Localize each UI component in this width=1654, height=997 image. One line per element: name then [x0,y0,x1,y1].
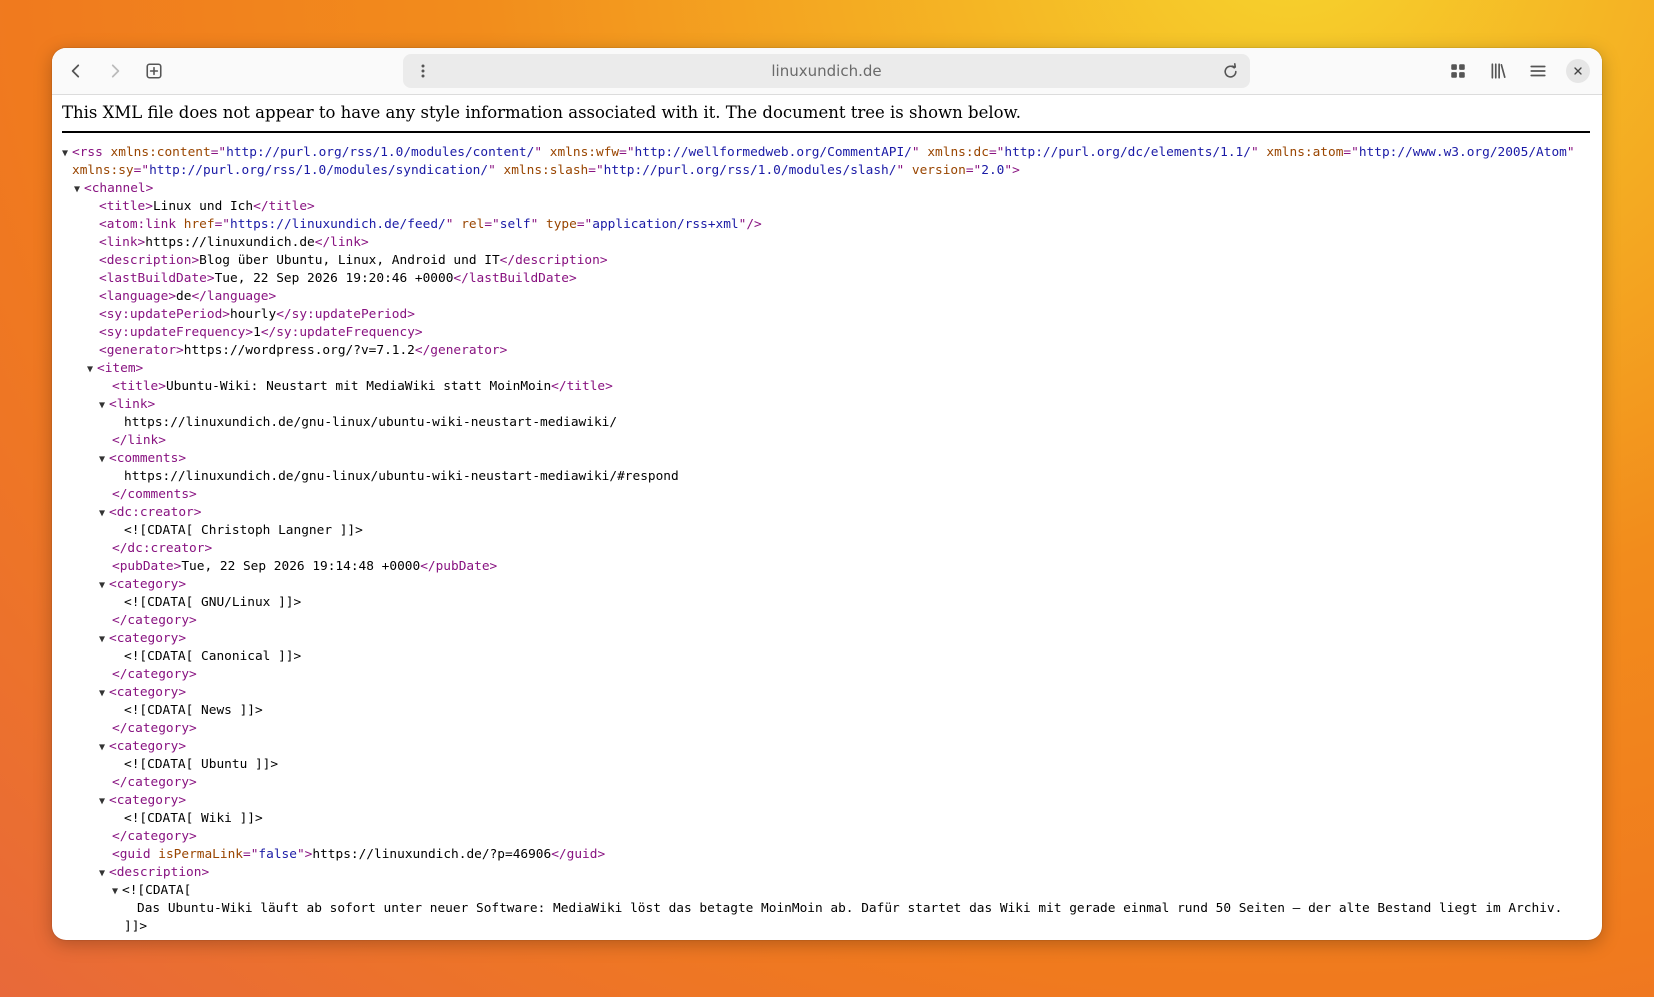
description-open-line: ▼ <description> [62,864,1592,882]
category-value-line: <![CDATA[ Wiki ]]> [124,811,263,826]
library-button[interactable] [1484,57,1512,85]
comments-close-line: </comments> [112,487,197,502]
creator-close-line: </dc:creator> [112,541,213,556]
language-line: <language>de</language> [99,289,277,304]
expand-triangle-icon[interactable]: ▼ [99,397,109,415]
category-value-line: <![CDATA[ Canonical ]]> [124,649,302,664]
channel-link-line: <link>https://linuxundich.de</link> [99,235,369,250]
comments-open-line: ▼ <comments> [62,450,1592,468]
tabs-overview-button[interactable] [1444,57,1472,85]
creator-value-line: <![CDATA[ Christoph Langner ]]> [124,523,363,538]
last-build-date-line: <lastBuildDate>Tue, 22 Sep 2026 19:20:46… [99,271,577,286]
guid-line: <guid isPermaLink="false">https://linuxu… [112,847,606,862]
expand-triangle-icon[interactable]: ▼ [99,865,109,883]
back-button[interactable] [62,57,90,85]
item-open-line: ▼ <item> [62,360,1592,378]
expand-triangle-icon[interactable]: ▼ [87,361,97,379]
reload-icon [1223,62,1237,78]
category-close-line: </category> [112,829,197,844]
item-link-close-line: </link> [112,433,166,448]
close-window-button[interactable] [1566,59,1590,83]
xml-style-notice: This XML file does not appear to have an… [62,103,1590,133]
expand-triangle-icon[interactable]: ▼ [99,577,109,595]
category-close-line: </category> [112,775,197,790]
expand-triangle-icon[interactable]: ▼ [99,631,109,649]
category-open-line: ▼ <category> [62,684,1592,702]
rss-open-line: ▼ <rss xmlns:content="http://purl.org/rss… [62,144,1592,162]
grid-icon [1451,64,1465,78]
atom-link-line: <atom:link href="https://linuxundich.de/… [99,217,762,232]
channel-description-line: <description>Blog über Ubuntu, Linux, An… [99,253,608,268]
library-icon [1491,63,1506,79]
expand-triangle-icon[interactable]: ▼ [99,451,109,469]
category-open-line: ▼ <category> [62,630,1592,648]
expand-triangle-icon[interactable]: ▼ [99,685,109,703]
category-close-line: </category> [112,721,197,736]
hamburger-icon [1530,65,1546,77]
description-text-line: Das Ubuntu-Wiki läuft ab sofort unter ne… [137,901,1563,916]
expand-triangle-icon[interactable]: ▼ [99,739,109,757]
new-tab-button[interactable] [140,57,168,85]
address-bar[interactable]: linuxundich.de [403,54,1250,88]
category-close-line: </category> [112,667,197,682]
url-text[interactable]: linuxundich.de [403,54,1250,88]
category-value-line: <![CDATA[ News ]]> [124,703,263,718]
rss-open-line-cont: xmlns:sy="http://purl.org/rss/1.0/module… [72,163,1020,178]
creator-open-line: ▼ <dc:creator> [62,504,1592,522]
comments-value-line: https://linuxundich.de/gnu-linux/ubuntu-… [124,469,679,484]
reload-button[interactable] [1216,57,1244,85]
item-title-line: <title>Ubuntu-Wiki: Neustart mit MediaWi… [112,379,613,394]
back-arrow-icon [71,64,80,78]
browser-window: linuxundich.de This XML file does not ap… [52,48,1602,940]
category-open-line: ▼ <category> [62,738,1592,756]
category-close-line: </category> [112,613,197,628]
xml-document-tree: ▼ <rss xmlns:content="http://purl.org/rss… [62,144,1592,936]
cdata-close-line: ]]> [124,919,148,934]
update-frequency-line: <sy:updateFrequency>1</sy:updateFrequenc… [99,325,423,340]
generator-line: <generator>https://wordpress.org/?v=7.1.… [99,343,508,358]
forward-arrow-icon [111,64,120,78]
expand-triangle-icon[interactable]: ▼ [99,793,109,811]
expand-triangle-icon[interactable]: ▼ [112,883,122,901]
browser-header-bar: linuxundich.de [52,48,1602,95]
item-link-open-line: ▼ <link> [62,396,1592,414]
channel-open-line: ▼ <channel> [62,180,1592,198]
expand-triangle-icon[interactable]: ▼ [99,505,109,523]
update-period-line: <sy:updatePeriod>hourly</sy:updatePeriod… [99,307,415,322]
category-open-line: ▼ <category> [62,792,1592,810]
expand-triangle-icon[interactable]: ▼ [62,145,72,163]
cdata-open-line: ▼ <![CDATA[ [62,882,1592,900]
pubdate-line: <pubDate>Tue, 22 Sep 2026 19:14:48 +0000… [112,559,498,574]
category-open-line: ▼ <category> [62,576,1592,594]
close-icon [1574,67,1582,75]
new-tab-icon [146,63,162,79]
channel-title-line: <title>Linux und Ich</title> [99,199,315,214]
expand-triangle-icon[interactable]: ▼ [74,181,84,199]
forward-button[interactable] [101,57,129,85]
main-menu-button[interactable] [1524,57,1552,85]
item-link-value-line: https://linuxundich.de/gnu-linux/ubuntu-… [124,415,618,430]
category-value-line: <![CDATA[ GNU/Linux ]]> [124,595,302,610]
category-value-line: <![CDATA[ Ubuntu ]]> [124,757,279,772]
